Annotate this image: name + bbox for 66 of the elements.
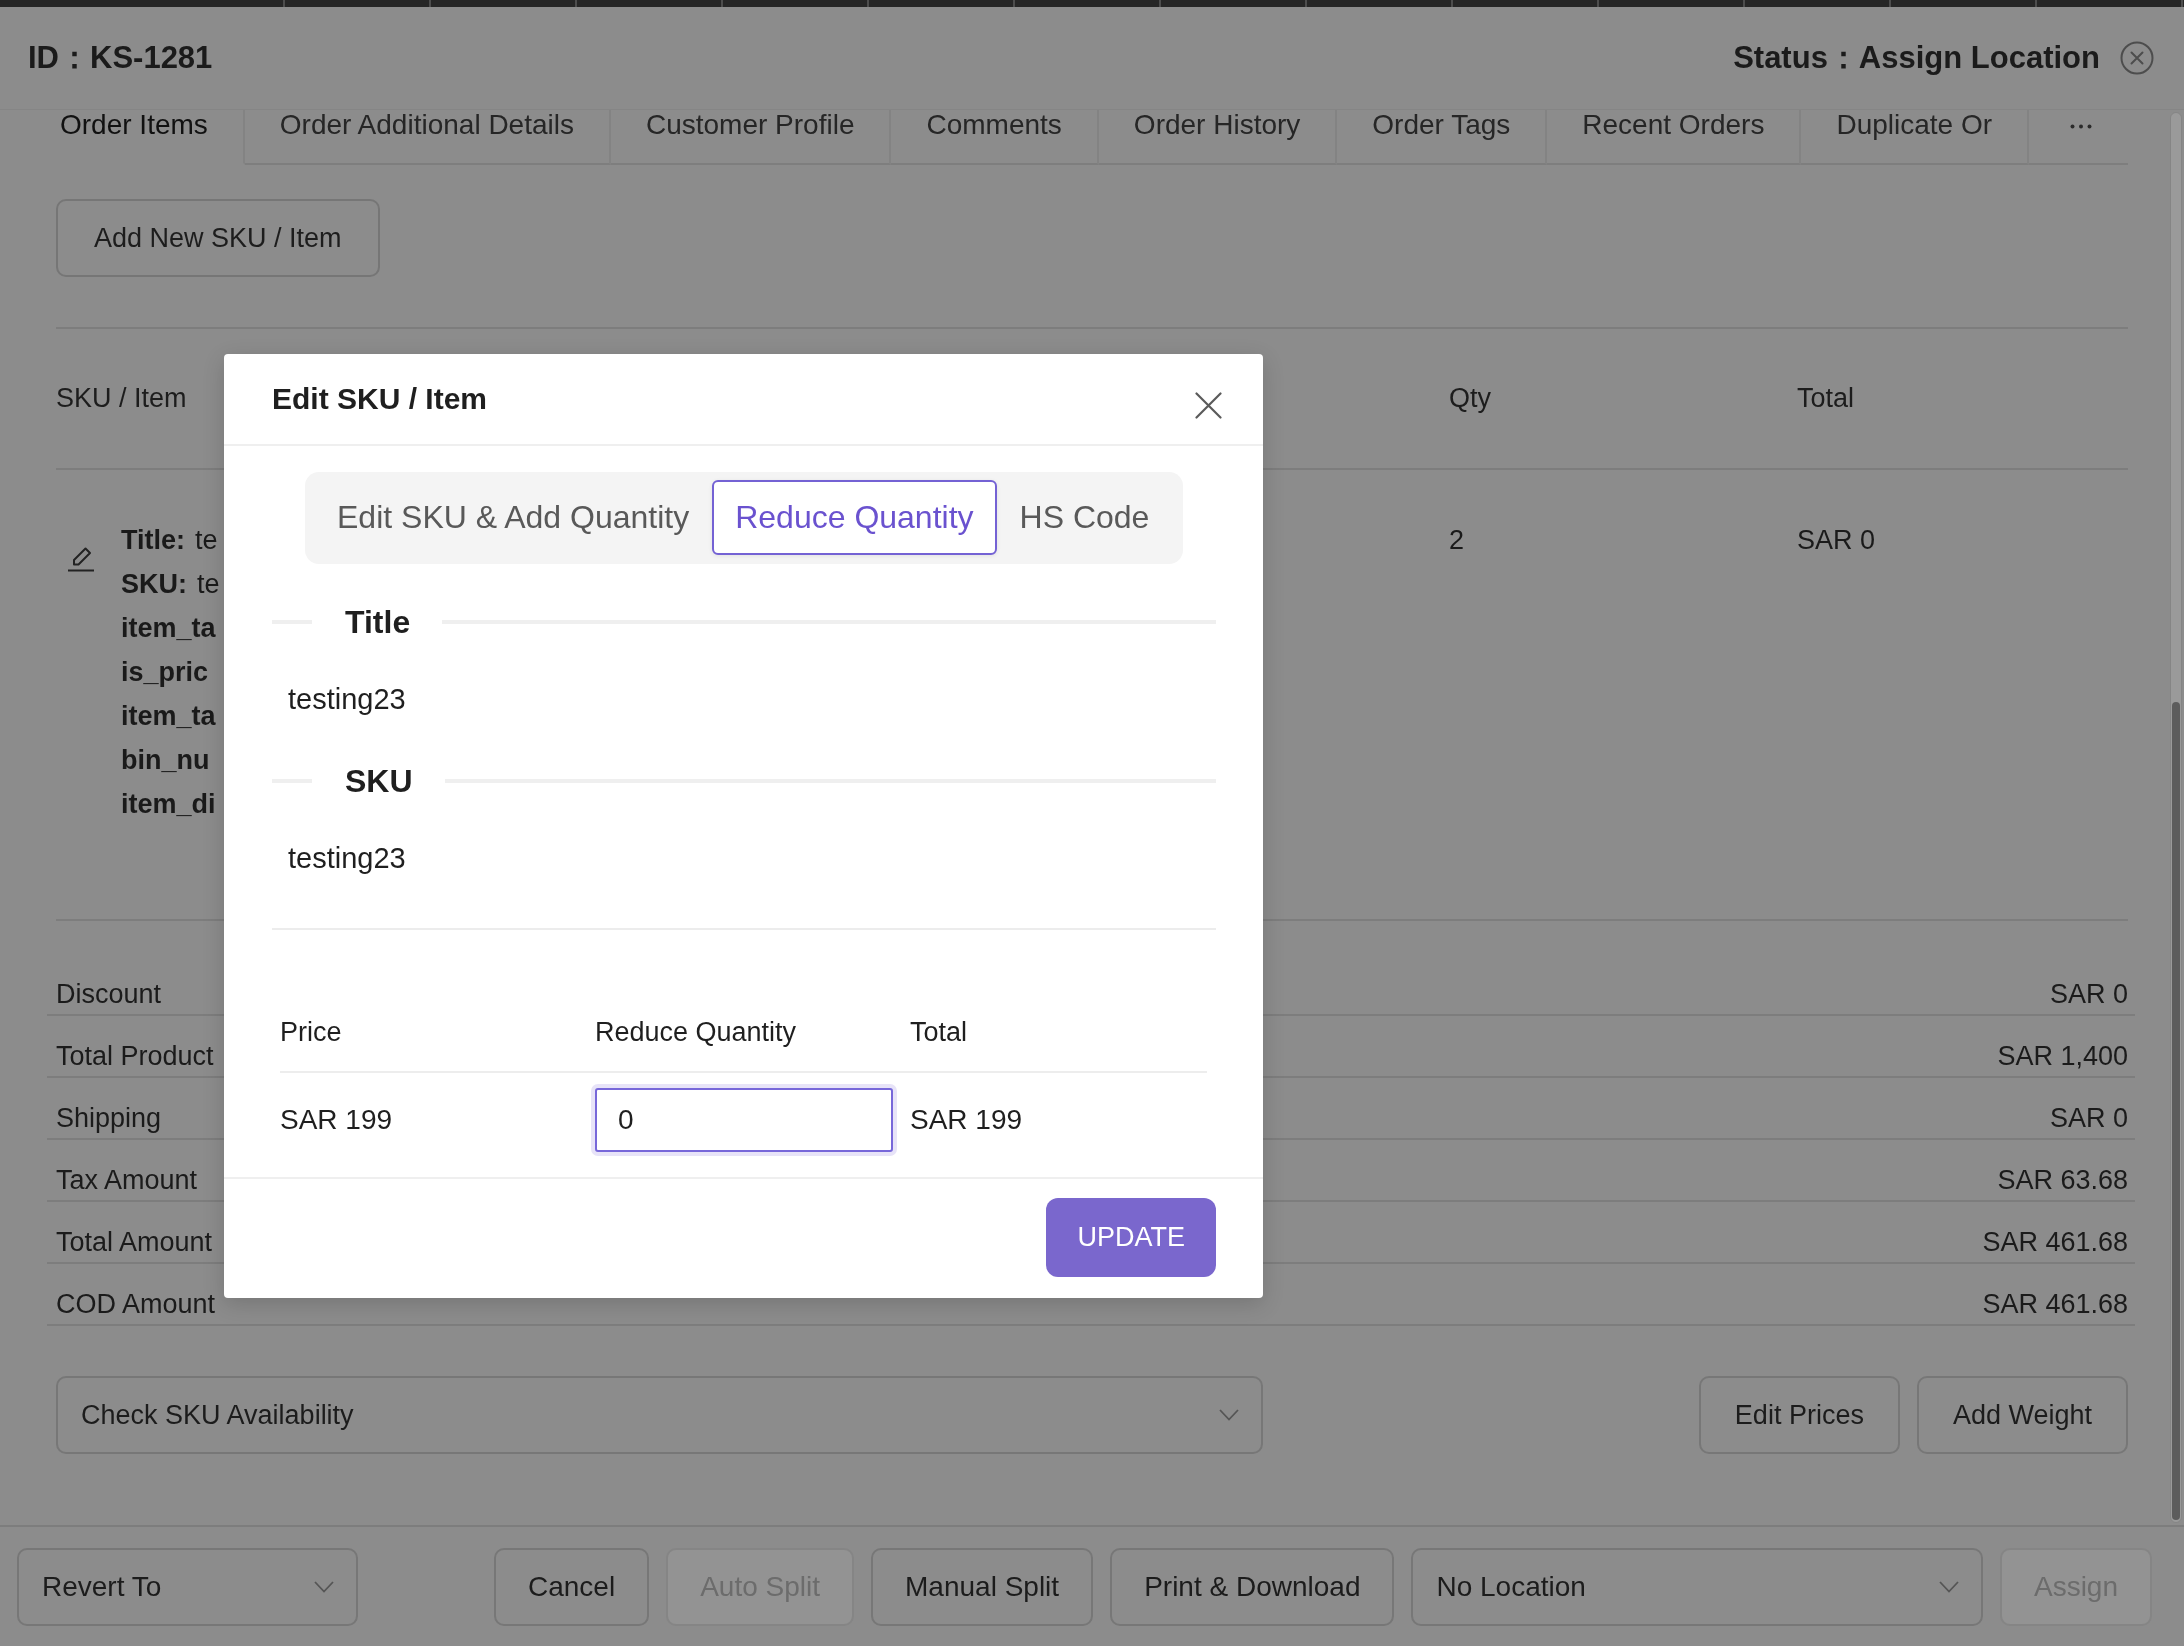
detail-label: bin_nu: [121, 744, 210, 777]
qty-cell-text: 2: [1449, 524, 1465, 557]
chevron-down-icon: [1938, 1580, 1959, 1593]
order-status: Status：Assign Location: [1733, 39, 2100, 77]
price-cell: SAR 199: [280, 1104, 393, 1136]
section-heading: SKU: [345, 762, 413, 800]
tab[interactable]: Recent Orders: [1547, 110, 1802, 165]
section-value: testing23: [288, 841, 406, 876]
total-cell-text: SAR 0: [1797, 524, 1876, 557]
sku-availability-select[interactable]: Check SKU Availability: [56, 1376, 1263, 1454]
tab[interactable]: Customer Profile: [610, 110, 892, 165]
detail-value: te: [195, 524, 218, 557]
detail-label: Title:: [121, 524, 185, 557]
summary-label: COD Amount: [56, 1289, 216, 1319]
update-button[interactable]: UPDATE: [1046, 1198, 1216, 1277]
summary-label: Total Amount: [56, 1227, 213, 1257]
column-header: SKU / Item: [56, 383, 187, 414]
segment-tab[interactable]: Edit SKU & Add Quantity: [314, 480, 713, 555]
detail-label: SKU:: [121, 568, 187, 601]
total-cell: SAR 199: [910, 1104, 1023, 1136]
tab[interactable]: Order History: [1098, 110, 1338, 165]
detail-label: item_di: [121, 788, 216, 821]
summary-value: SAR 1,400: [1997, 1041, 2128, 1071]
section-value: testing23: [288, 682, 406, 717]
summary-label: Discount: [56, 979, 162, 1009]
detail-label: item_ta: [121, 612, 216, 645]
column-header: Total: [1797, 383, 1855, 414]
quantity-input[interactable]: 0: [595, 1088, 893, 1152]
section-heading: Title: [345, 603, 411, 641]
chevron-down-icon: [314, 1580, 334, 1593]
footer-button[interactable]: Cancel: [494, 1547, 650, 1626]
action-button[interactable]: Add Weight: [1916, 1376, 2128, 1454]
column-header: Price: [280, 1016, 342, 1049]
column-header: Total: [910, 1016, 968, 1049]
summary-value: SAR 461.68: [1982, 1227, 2128, 1257]
detail-value: te: [197, 568, 220, 601]
tab[interactable]: Order Additional Details: [244, 110, 611, 165]
summary-value: SAR 461.68: [1982, 1289, 2128, 1319]
scrollbar-thumb[interactable]: [2172, 702, 2180, 1520]
footer-button[interactable]: Print & Download: [1110, 1547, 1395, 1626]
tab[interactable]: Duplicate Or: [1801, 110, 2030, 165]
column-header: Reduce Quantity: [595, 1016, 797, 1049]
summary-value: SAR 0: [2049, 1103, 2128, 1133]
chevron-down-icon: [1219, 1409, 1239, 1421]
dialog-title: Edit SKU / Item: [272, 382, 488, 416]
dropdown-select[interactable]: Revert To: [17, 1547, 358, 1626]
summary-label: Tax Amount: [56, 1165, 198, 1195]
column-header: Qty: [1449, 383, 1491, 414]
add-item-button[interactable]: Add New SKU / Item: [56, 199, 380, 277]
dropdown-select[interactable]: No Location: [1411, 1547, 1983, 1626]
summary-value: SAR 0: [2049, 979, 2128, 1009]
tab[interactable]: Comments: [891, 110, 1099, 165]
tab[interactable]: Order Tags: [1337, 110, 1548, 165]
segment-tab[interactable]: HS Code: [996, 480, 1173, 555]
detail-label: item_ta: [121, 700, 216, 733]
detail-label: is_pric: [121, 656, 209, 689]
tab[interactable]: Order Items: [25, 110, 245, 165]
footer-button[interactable]: Manual Split: [871, 1547, 1094, 1626]
close-icon[interactable]: [1195, 391, 1222, 419]
summary-label: Shipping: [56, 1103, 162, 1133]
summary-value: SAR 63.68: [1997, 1165, 2128, 1195]
summary-label: Total Product: [56, 1041, 214, 1071]
order-id: ID：KS-1281: [28, 39, 213, 77]
segment-tab[interactable]: Reduce Quantity: [712, 480, 997, 555]
action-button[interactable]: Edit Prices: [1698, 1376, 1900, 1454]
more-icon[interactable]: [2070, 124, 2092, 129]
